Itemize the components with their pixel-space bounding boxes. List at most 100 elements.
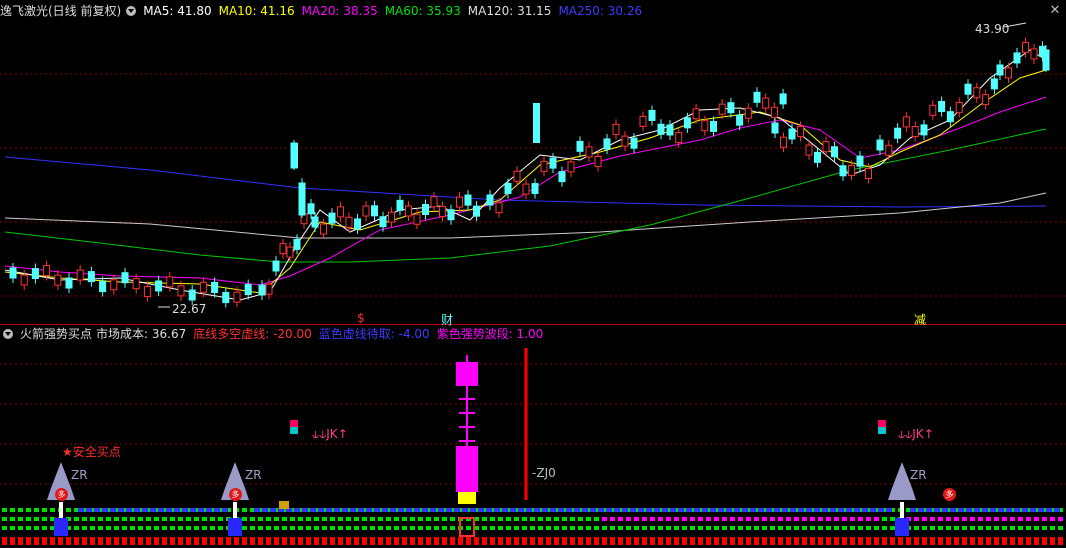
- signal-dash: [666, 526, 671, 530]
- signal-dash: [786, 537, 791, 545]
- signal-dash: [18, 508, 23, 512]
- signal-dash: [954, 526, 959, 530]
- candle-body: [831, 146, 838, 158]
- blue-dash: [1054, 508, 1060, 512]
- blue-dash: [326, 508, 332, 512]
- indicator-title[interactable]: 火箭强势买点: [20, 327, 92, 341]
- candle-body: [648, 109, 656, 121]
- blue-dash: [422, 508, 428, 512]
- signal-dash: [250, 537, 255, 545]
- signal-dash: [250, 526, 255, 530]
- blue-dash: [206, 508, 212, 512]
- blue-dash: [926, 508, 932, 512]
- blue-dash: [574, 508, 580, 512]
- signal-dash: [946, 526, 951, 530]
- event-marker-dividend[interactable]: $: [357, 311, 365, 325]
- signal-dash: [82, 526, 87, 530]
- signal-dash: [1042, 517, 1047, 521]
- signal-dash: [258, 517, 263, 521]
- signal-dash: [298, 526, 303, 530]
- signal-dash: [858, 517, 863, 521]
- blue-dash: [806, 508, 812, 512]
- signal-dash: [330, 526, 335, 530]
- signal-dash: [946, 537, 951, 545]
- signal-dash: [274, 537, 279, 545]
- signal-dash: [834, 526, 839, 530]
- signal-dash: [538, 517, 543, 521]
- signal-dash: [522, 537, 527, 545]
- signal-dash: [266, 537, 271, 545]
- signal-dash: [170, 537, 175, 545]
- blue-dash: [598, 508, 604, 512]
- candle-body: [265, 283, 273, 295]
- candle-body: [464, 194, 472, 206]
- signal-dash: [562, 537, 567, 545]
- signal-dash: [298, 517, 303, 521]
- signal-dash: [194, 537, 199, 545]
- signal-dash: [482, 517, 487, 521]
- signal-dash: [850, 537, 855, 545]
- signal-dash: [906, 537, 911, 545]
- signal-dash: [970, 517, 975, 521]
- signal-dash: [514, 526, 519, 530]
- blue-dash: [590, 508, 596, 512]
- blue-dash: [678, 508, 684, 512]
- ma5-line: [4, 49, 1047, 301]
- candle-body: [298, 182, 306, 216]
- rocket-icon: [225, 462, 245, 488]
- blue-dash: [118, 508, 124, 512]
- signal-dash: [706, 526, 711, 530]
- signal-dash: [866, 526, 871, 530]
- signal-dash: [418, 517, 423, 521]
- safe-buy-signal: ★安全买点: [62, 443, 121, 460]
- rocket-base: [895, 518, 909, 536]
- signal-dash: [82, 537, 87, 545]
- signal-dash: [498, 517, 503, 521]
- blue-dash: [222, 508, 228, 512]
- signal-dash: [386, 537, 391, 545]
- signal-dash: [586, 537, 591, 545]
- signal-dash: [1050, 526, 1055, 530]
- safe-buy-label: 安全买点: [72, 445, 121, 459]
- candle-body: [1042, 49, 1050, 71]
- signal-dash: [570, 526, 575, 530]
- signal-dash: [1018, 537, 1023, 545]
- signal-dash: [314, 526, 319, 530]
- signal-dash: [130, 517, 135, 521]
- signal-dash: [586, 526, 591, 530]
- signal-dash: [106, 517, 111, 521]
- candle-body: [558, 171, 566, 183]
- signal-dash: [690, 526, 695, 530]
- signal-dash: [322, 537, 327, 545]
- menu-dot-icon[interactable]: [3, 329, 13, 339]
- signal-dash: [26, 517, 31, 521]
- candle-body: [718, 103, 726, 115]
- signal-dash: [970, 537, 975, 545]
- signal-dash: [362, 517, 367, 521]
- signal-dash: [642, 537, 647, 545]
- candle-body: [447, 209, 455, 221]
- candle-body: [955, 101, 963, 113]
- event-marker-finance[interactable]: 财: [441, 311, 453, 328]
- event-marker-reduce[interactable]: 减: [914, 311, 926, 328]
- signal-dash: [770, 537, 775, 545]
- signal-dash: [58, 537, 63, 545]
- signal-dash: [306, 517, 311, 521]
- signal-dash: [1058, 517, 1063, 521]
- candle-body: [929, 104, 937, 116]
- signal-dash: [754, 526, 759, 530]
- signal-dash: [34, 517, 39, 521]
- signal-dash: [378, 537, 383, 545]
- candle-body: [65, 277, 73, 289]
- signal-dash: [802, 517, 807, 521]
- signal-dash: [202, 517, 207, 521]
- blue-dash: [1046, 508, 1052, 512]
- signal-dash: [234, 537, 239, 545]
- signal-dash: [410, 517, 415, 521]
- blue-dash: [726, 508, 732, 512]
- signal-dash: [514, 517, 519, 521]
- signal-dash: [874, 526, 879, 530]
- candle-body: [76, 269, 84, 281]
- candle-body: [996, 64, 1004, 76]
- candle-body: [31, 268, 39, 280]
